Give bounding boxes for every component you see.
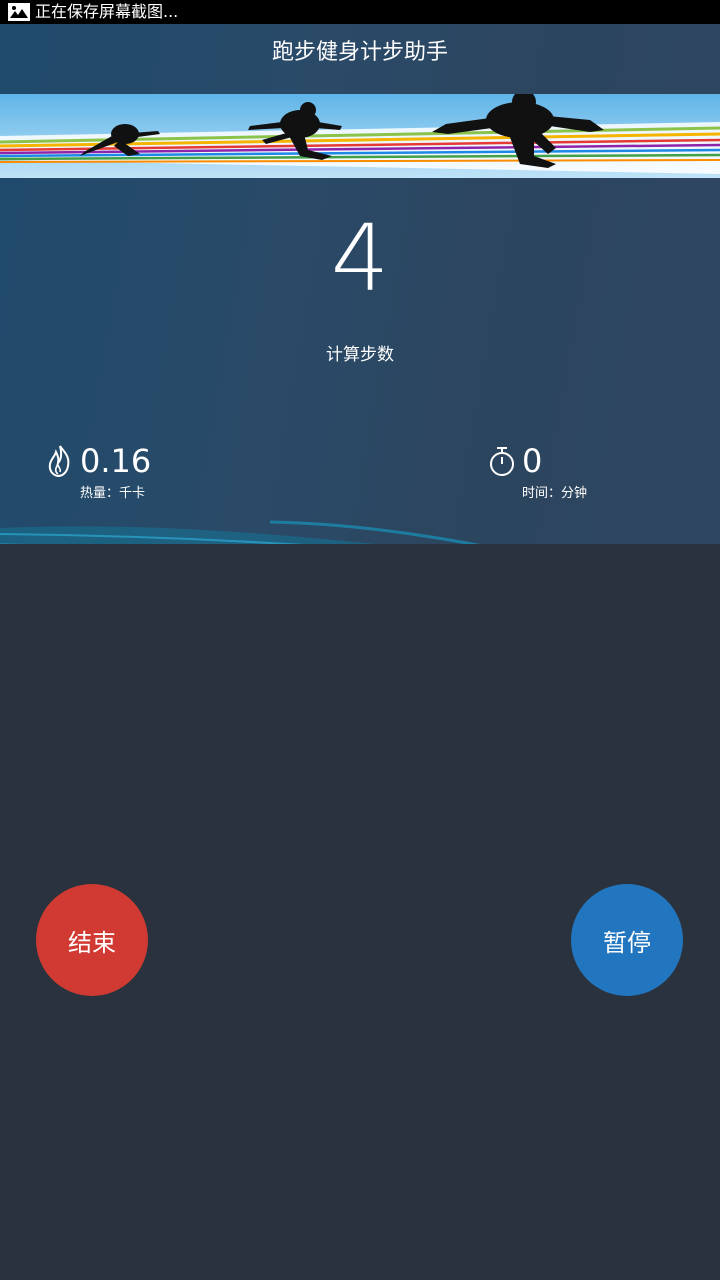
flame-icon [48, 445, 70, 478]
status-text: 正在保存屏幕截图... [35, 2, 179, 21]
pause-button[interactable]: 暂停 [571, 884, 683, 996]
time-unit: 时间：分钟 [522, 486, 588, 501]
end-button[interactable]: 结束 [36, 884, 148, 996]
status-bar: 正在保存屏幕截图... [0, 0, 720, 24]
step-count-label: 计算步数 [326, 345, 394, 365]
calories-stat: 0.16 热量：千卡 [46, 440, 151, 504]
stopwatch-icon [490, 447, 514, 476]
calories-unit: 热量：千卡 [80, 486, 146, 501]
hero-panel: 跑步健身计步助手 4 计算步数 0.16 热量：千卡 0 时间：分钟 [0, 24, 720, 544]
runners-banner [0, 94, 720, 178]
image-icon [8, 3, 30, 21]
time-value: 0 [522, 442, 543, 480]
time-stat: 0 时间：分钟 [488, 440, 587, 504]
step-count: 4 [330, 205, 390, 312]
page-title: 跑步健身计步助手 [271, 40, 448, 65]
decorative-swoosh [0, 520, 481, 544]
calories-value: 0.16 [80, 442, 152, 480]
